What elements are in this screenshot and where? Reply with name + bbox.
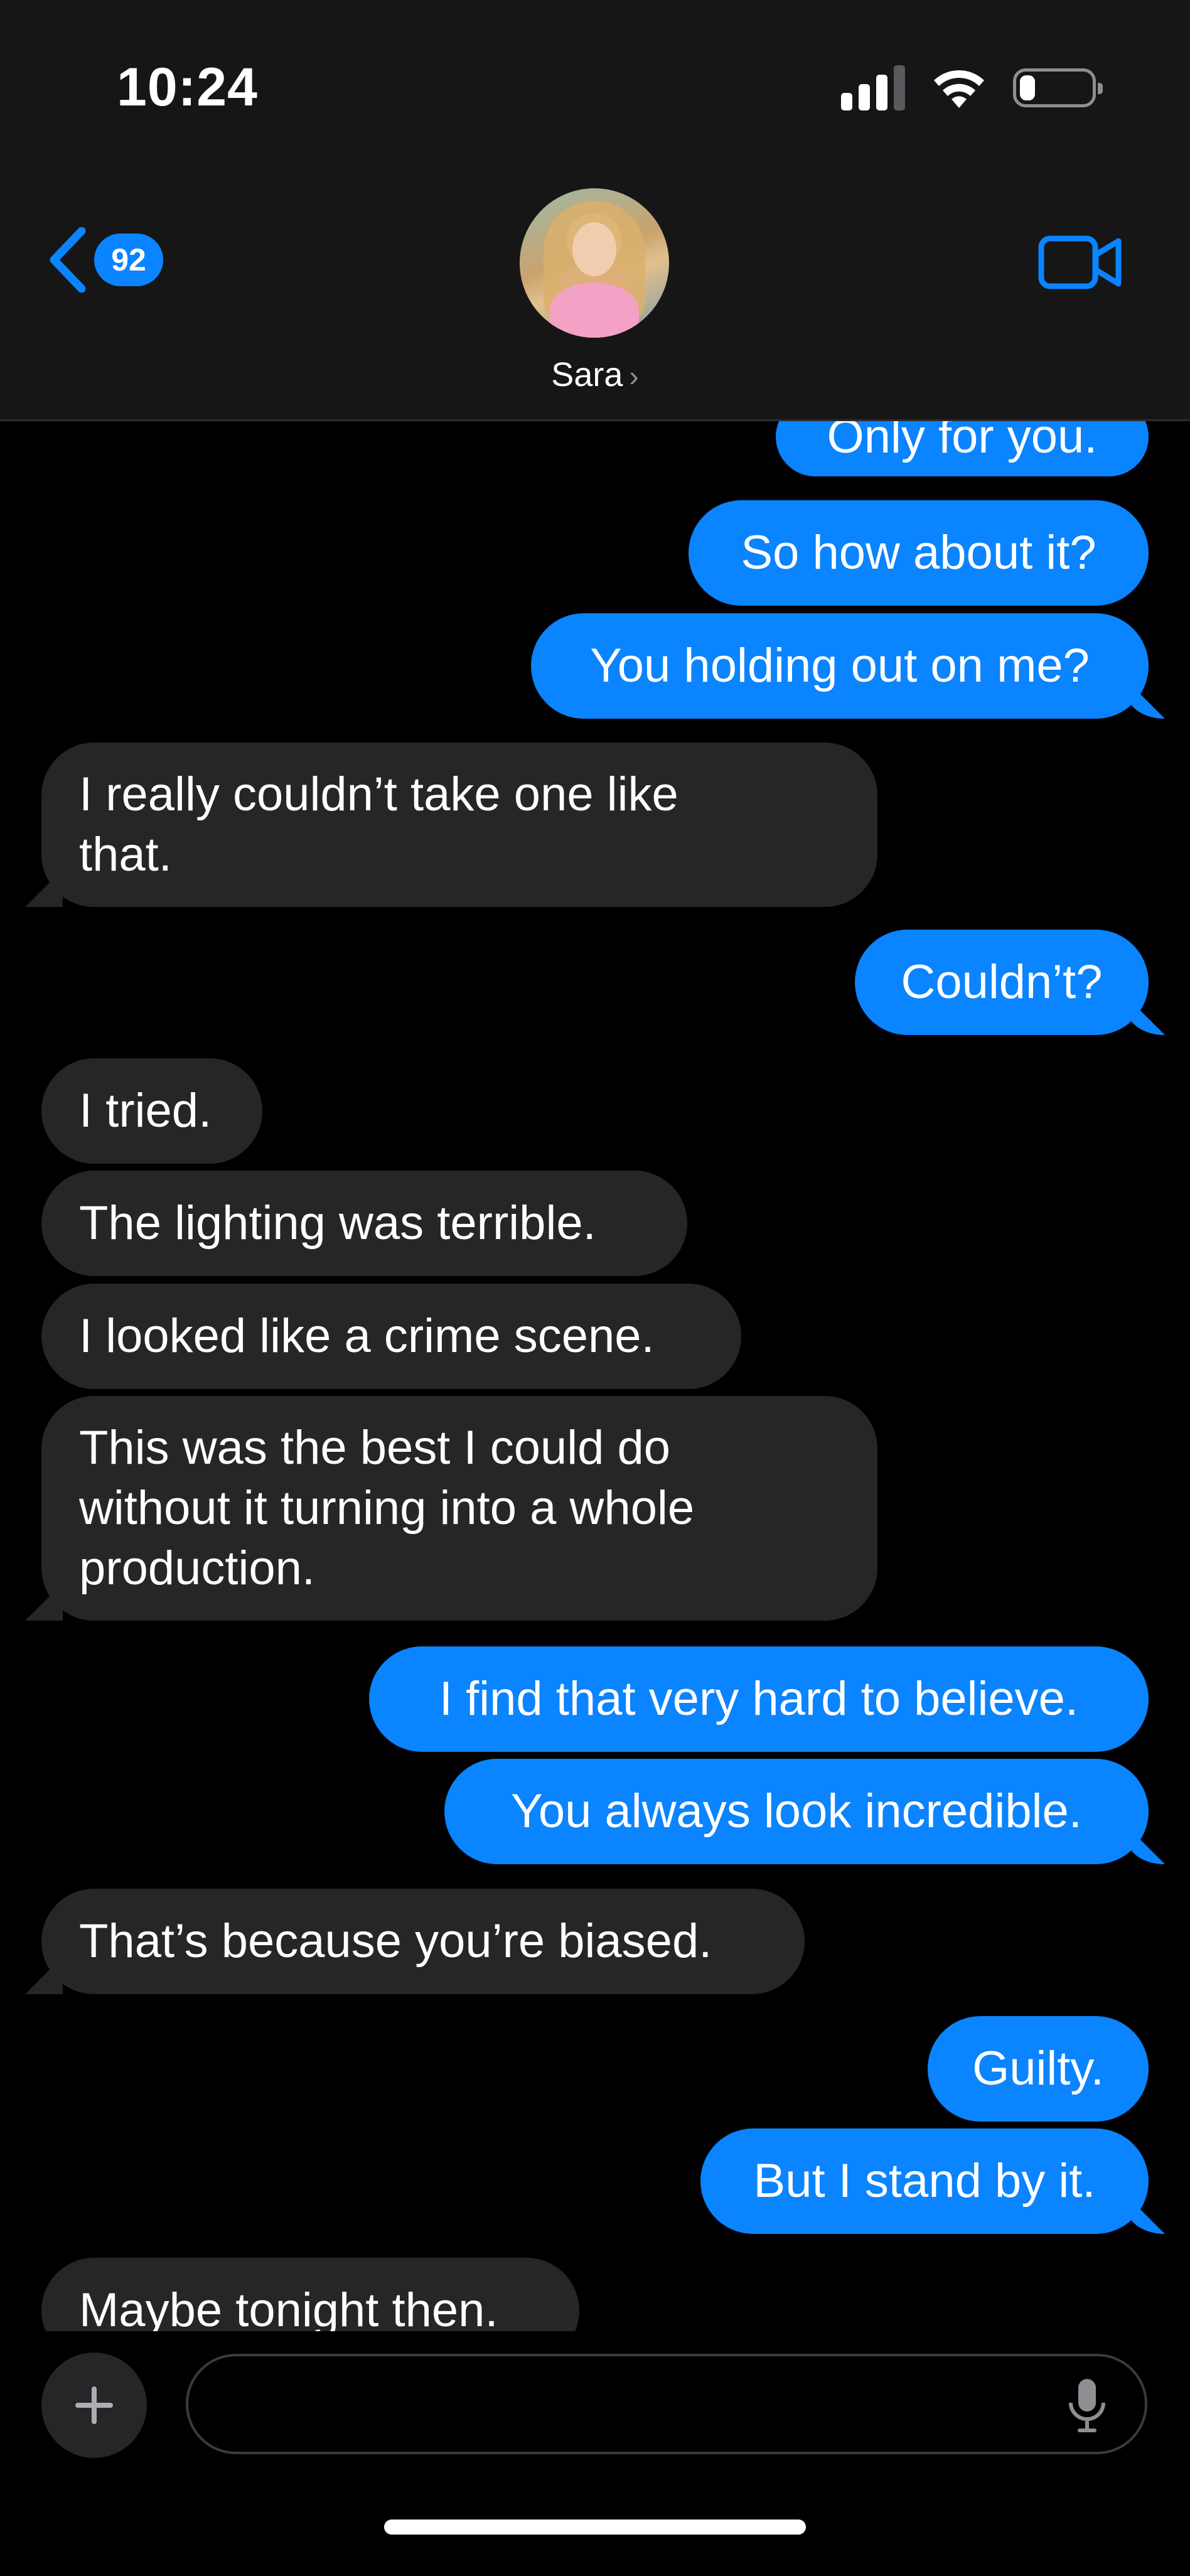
incoming-message[interactable]: I looked like a crime scene. (41, 1284, 741, 1389)
messages-screen: 10:24 92 Sara › Only for you. So how abo… (0, 0, 1190, 2576)
bubble-tail (1127, 2196, 1165, 2234)
battery-icon (1013, 68, 1103, 107)
outgoing-message[interactable]: Guilty. (928, 2016, 1149, 2122)
outgoing-message[interactable]: I find that very hard to believe. (369, 1646, 1149, 1752)
incoming-message[interactable]: I tried. (41, 1058, 262, 1164)
outgoing-message[interactable]: You holding out on me? (531, 613, 1165, 719)
outgoing-message[interactable]: Only for you. (776, 421, 1149, 476)
outgoing-message[interactable]: You always look incredible. (444, 1759, 1165, 1864)
bubble-tail (1127, 997, 1165, 1035)
plus-icon (75, 2386, 113, 2424)
contact-name[interactable]: Sara › (0, 355, 1190, 394)
status-icons (841, 63, 1103, 113)
chevron-right-icon: › (629, 360, 639, 392)
contact-name-label: Sara (551, 356, 623, 394)
avatar[interactable] (520, 188, 669, 338)
outgoing-message[interactable]: But I stand by it. (700, 2128, 1165, 2234)
microphone-icon[interactable] (1067, 2376, 1107, 2434)
message-input-box[interactable] (186, 2354, 1147, 2454)
message-thread[interactable]: Only for you. So how about it? You holding… (0, 421, 1190, 2331)
back-button[interactable]: 92 (48, 227, 163, 292)
video-camera-icon[interactable] (1038, 233, 1123, 291)
bubble-tail (25, 1956, 63, 1994)
incoming-message[interactable]: I really couldn’t take one like that. (25, 743, 877, 907)
bubble-tail (1127, 1827, 1165, 1864)
home-indicator (384, 2520, 806, 2535)
message-input[interactable] (213, 2369, 1032, 2440)
bubble-tail (25, 869, 63, 907)
back-chevron-icon (50, 227, 86, 292)
outgoing-message[interactable]: Couldn’t? (855, 930, 1165, 1035)
wifi-icon (934, 70, 984, 108)
incoming-message[interactable]: The lighting was terrible. (41, 1171, 687, 1276)
outgoing-message[interactable]: So how about it? (689, 500, 1149, 606)
unread-count-badge: 92 (94, 233, 163, 286)
incoming-message[interactable]: That’s because you’re biased. (25, 1889, 805, 1994)
bubble-tail (25, 1583, 63, 1621)
composer (0, 2331, 1190, 2576)
add-attachment-button[interactable] (41, 2353, 147, 2458)
conversation-header: 10:24 92 Sara › (0, 0, 1190, 421)
incoming-message[interactable]: This was the best I could do without it … (25, 1396, 877, 1621)
status-time: 10:24 (117, 57, 258, 117)
bubble-tail (1127, 681, 1165, 719)
incoming-message[interactable]: Maybe tonight then. (41, 2258, 579, 2331)
signal-icon (841, 65, 905, 110)
